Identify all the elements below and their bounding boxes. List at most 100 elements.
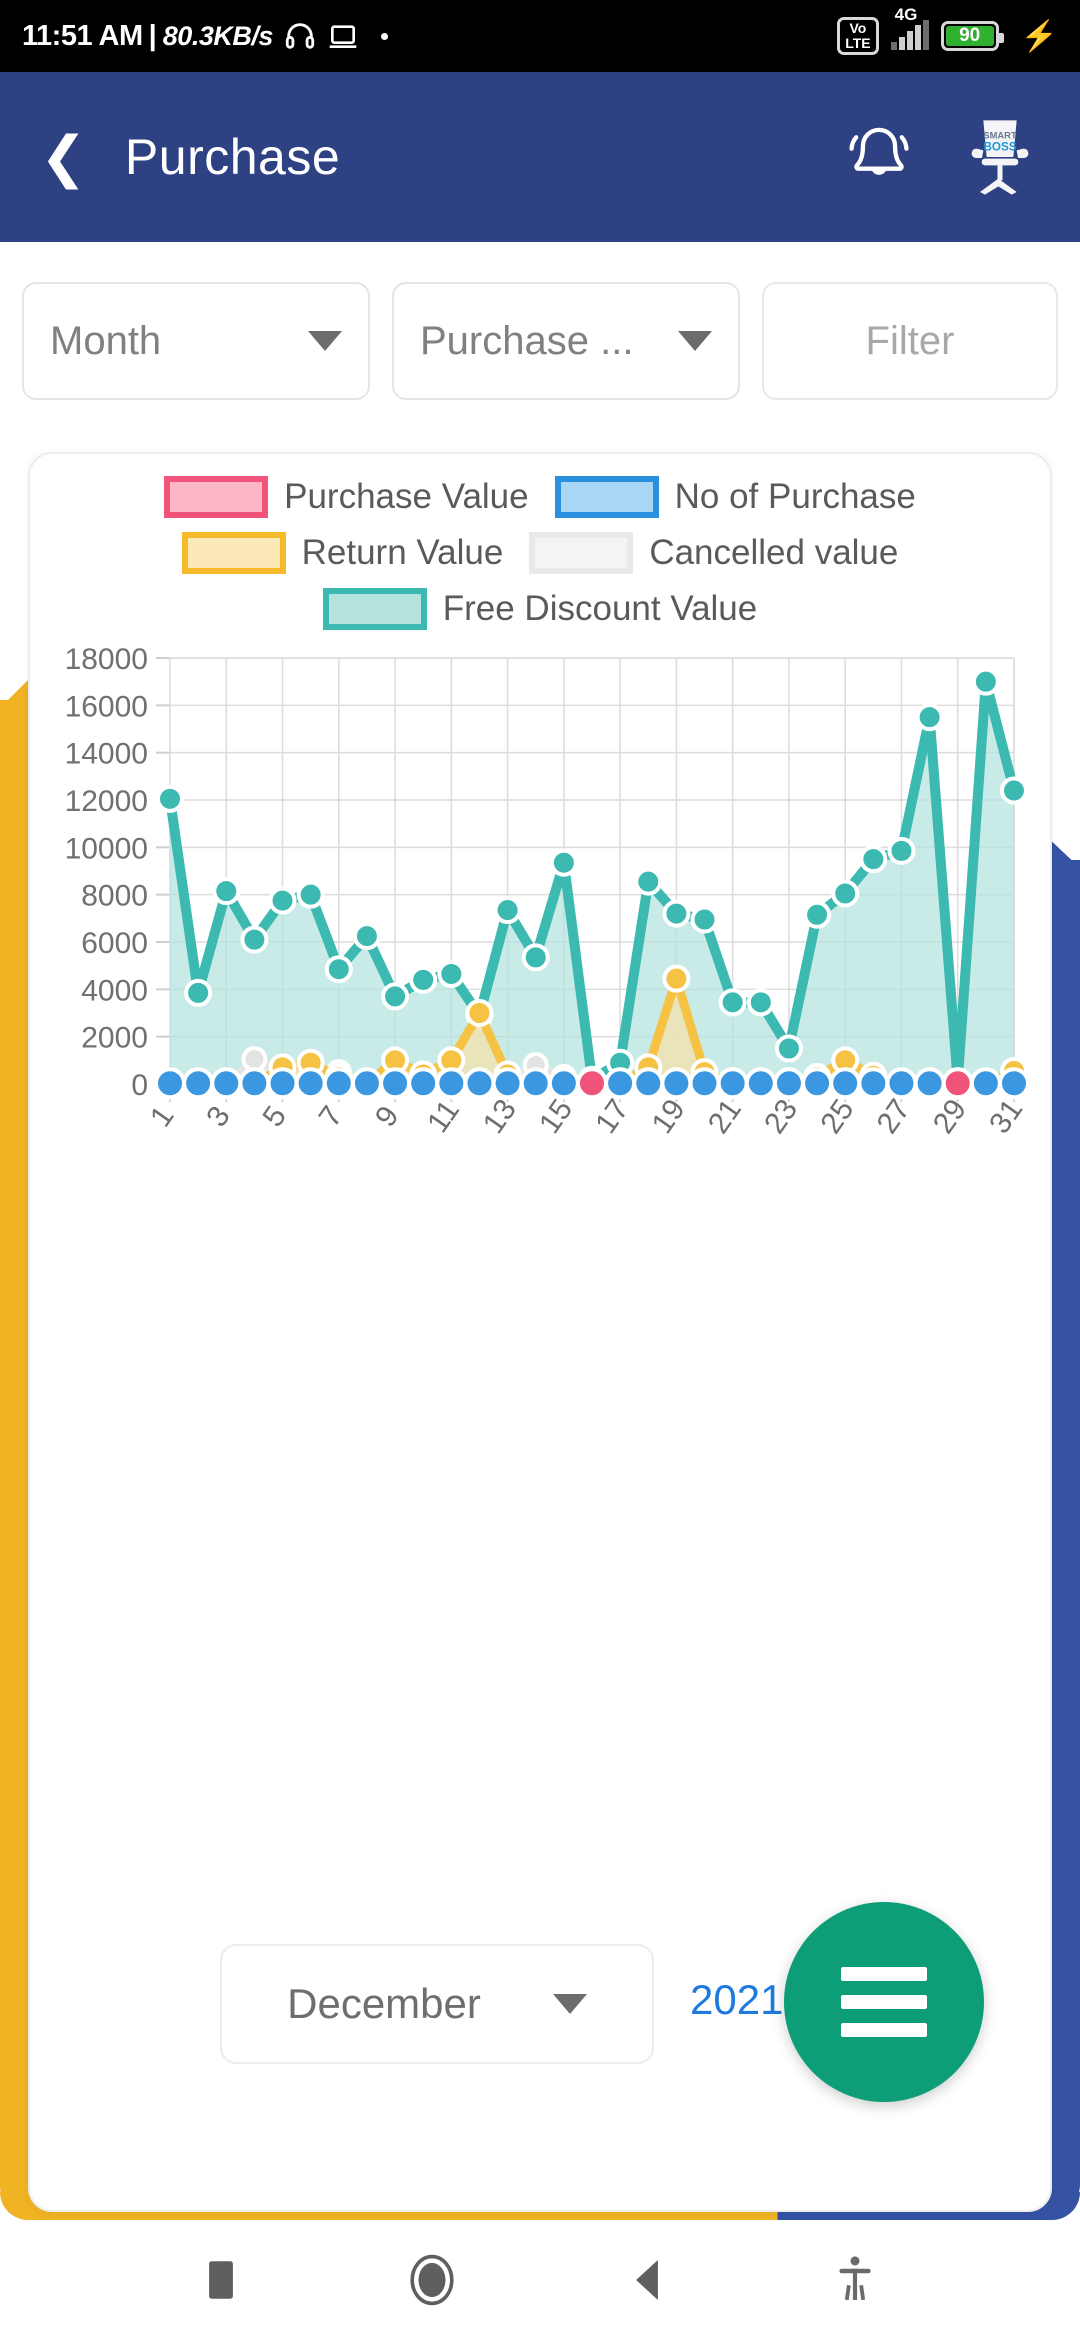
legend-row: Purchase Value No of Purchase — [30, 476, 1050, 518]
signal-strength-icon: 4G — [890, 5, 929, 50]
chart-data-point-count — [519, 1067, 552, 1100]
chart-data-point-count — [266, 1067, 299, 1100]
cast-icon — [327, 20, 359, 52]
home-icon[interactable] — [405, 2253, 459, 2307]
legend-swatch — [554, 476, 659, 518]
recent-apps-icon[interactable] — [204, 2256, 238, 2304]
chart-area: 18000 16000 14000 12000 10000 8000 6000 4000 200… — [30, 644, 1052, 1204]
chart-data-point — [184, 978, 213, 1007]
legend-label: No of Purchase — [674, 477, 916, 516]
chart-data-point-count — [210, 1067, 243, 1100]
x-axis-tick-label: 5 — [256, 1100, 293, 1133]
y-axis-tick-label: 10000 — [65, 832, 148, 865]
chart-data-point-purchase — [941, 1067, 974, 1100]
x-axis-tick-label: 11 — [421, 1094, 466, 1138]
status-bar-right: Vo LTE 4G 90 ⚡ — [837, 5, 1058, 55]
chart-data-point-count — [660, 1067, 693, 1100]
legend-swatch — [164, 476, 269, 518]
x-axis-tick-label: 1 — [144, 1100, 181, 1133]
filter-button[interactable]: Filter — [762, 282, 1058, 400]
legend-item[interactable]: Return Value — [181, 532, 504, 574]
chart-data-point — [521, 943, 550, 972]
status-network-speed: 80.3KB/s — [162, 20, 274, 51]
month-period-dropdown[interactable]: Month — [22, 282, 370, 400]
chart-data-point — [212, 877, 241, 906]
hamburger-menu-fab[interactable] — [784, 1902, 984, 2102]
y-axis-tick-label: 6000 — [81, 927, 148, 960]
back-chevron-icon[interactable]: ❮ — [40, 129, 87, 185]
x-axis-tick-label: 3 — [200, 1100, 237, 1133]
legend-item[interactable]: Free Discount Value — [322, 588, 758, 630]
headphone-icon — [283, 19, 317, 53]
chart-data-point — [774, 1034, 803, 1063]
legend-item[interactable]: Purchase Value — [164, 476, 529, 518]
chart-data-point — [381, 982, 410, 1011]
legend-label: Cancelled value — [649, 533, 899, 572]
chart-data-point-count — [801, 1067, 834, 1100]
chart-data-point-count — [379, 1067, 412, 1100]
chart-data-point-count — [885, 1067, 918, 1100]
chart-data-point-count — [632, 1067, 665, 1100]
chart-data-point-count — [463, 1067, 496, 1100]
year-label[interactable]: 2021 — [690, 1976, 783, 2024]
month-select-dropdown[interactable]: December — [220, 1944, 654, 2064]
battery-percent-label: 90 — [945, 25, 994, 46]
notification-bell-icon[interactable] — [842, 120, 916, 194]
smart-boss-chair-logo[interactable]: SMART BOSS — [960, 115, 1040, 199]
status-bar-left: 11:51 AM | 80.3KB/s — [22, 19, 388, 53]
y-axis-tick-label: 4000 — [81, 974, 148, 1007]
back-icon[interactable] — [627, 2254, 667, 2306]
legend-row: Free Discount Value — [30, 588, 1050, 630]
status-time: 11:51 AM — [22, 19, 143, 52]
chart-data-point-count — [350, 1067, 383, 1100]
chart-data-point — [887, 836, 916, 865]
purchase-area-chart[interactable]: 18000 16000 14000 12000 10000 8000 6000 4000 200… — [30, 644, 1052, 1204]
chart-data-point — [437, 959, 466, 988]
filter-button-label: Filter — [865, 318, 955, 363]
chart-data-point-count — [913, 1067, 946, 1100]
chart-data-point — [803, 900, 832, 929]
chart-data-point-count — [294, 1067, 327, 1100]
chart-series-free-discount-value — [156, 667, 1028, 1096]
x-axis-tick-label: 19 — [646, 1093, 692, 1139]
chart-data-point — [493, 896, 522, 925]
chart-data-point-count — [491, 1067, 524, 1100]
chart-data-point-count — [857, 1067, 890, 1100]
chart-data-point-count — [829, 1067, 862, 1100]
chart-data-point — [662, 899, 691, 928]
legend-item[interactable]: Cancelled value — [529, 532, 898, 574]
chart-data-point — [718, 988, 747, 1017]
chart-data-point-count — [969, 1067, 1002, 1100]
chart-data-point — [662, 964, 691, 993]
y-axis-tick-label: 18000 — [65, 644, 148, 676]
filter-bar: Month Purchase ... Filter — [0, 282, 1080, 402]
y-axis-tick-label: 14000 — [65, 738, 148, 771]
chart-data-point — [634, 867, 663, 896]
x-axis-tick-label: 21 — [702, 1093, 748, 1139]
legend-label: Free Discount Value — [442, 589, 758, 628]
chart-data-point-count — [716, 1067, 749, 1100]
svg-text:BOSS: BOSS — [983, 140, 1016, 153]
chart-data-point-count — [604, 1067, 637, 1100]
chevron-down-icon — [678, 331, 712, 351]
accessibility-icon[interactable] — [834, 2254, 876, 2306]
y-axis-tick-label: 12000 — [65, 785, 148, 818]
chart-data-point-count — [154, 1067, 186, 1100]
status-dot-icon — [380, 32, 388, 40]
chart-data-point — [746, 988, 775, 1017]
legend-label: Return Value — [301, 533, 504, 572]
chart-data-point-count — [772, 1067, 805, 1100]
legend-item[interactable]: No of Purchase — [554, 476, 916, 518]
chart-data-point — [690, 905, 719, 934]
legend-label: Purchase Value — [284, 477, 529, 516]
x-axis-tick-label: 15 — [533, 1093, 579, 1139]
chart-data-point — [268, 886, 297, 915]
purchase-type-dropdown[interactable]: Purchase ... — [392, 282, 740, 400]
month-select-label: December — [287, 1980, 481, 2027]
android-nav-bar — [0, 2220, 1080, 2340]
purchase-type-dropdown-label: Purchase ... — [420, 318, 634, 363]
x-axis-tick-label: 7 — [313, 1100, 350, 1133]
chart-data-point — [241, 1046, 268, 1073]
y-axis-tick-label: 8000 — [81, 880, 148, 913]
app-bar: ❮ Purchase SMART BOSS — [0, 72, 1080, 242]
